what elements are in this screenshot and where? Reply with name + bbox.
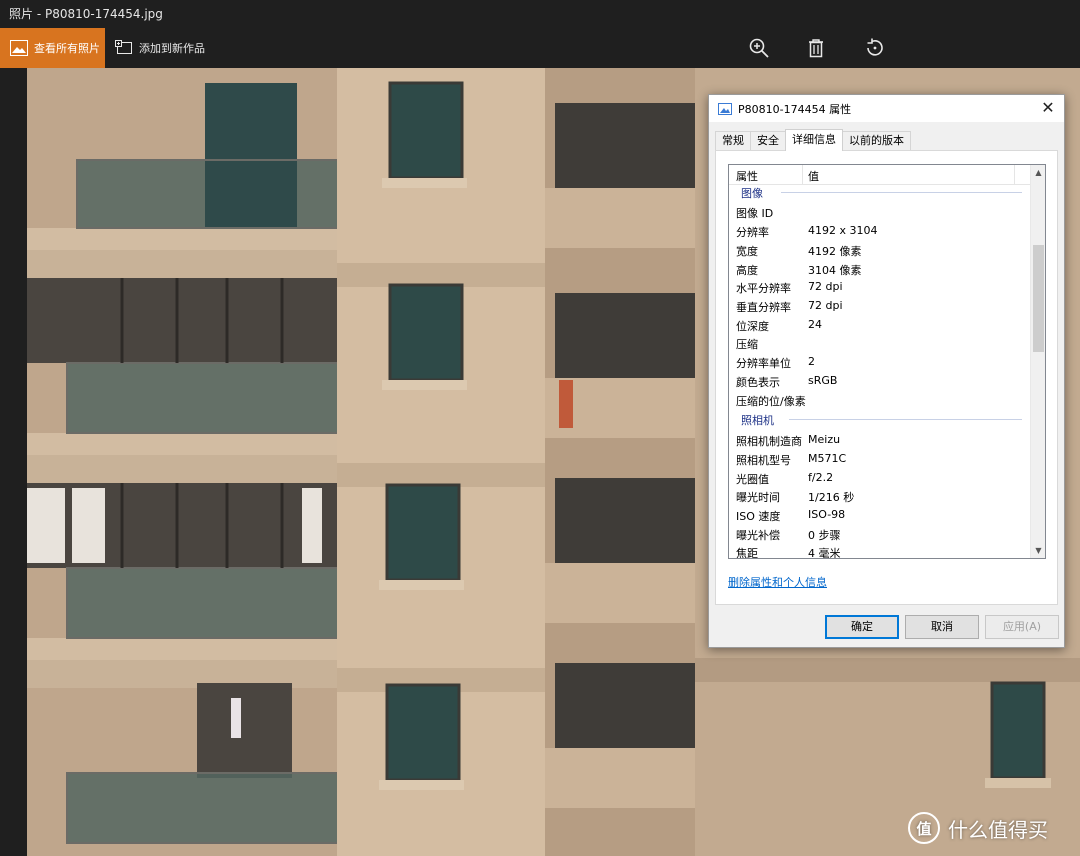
property-value: 0 步骤: [808, 529, 841, 542]
group-image: 图像: [729, 184, 1032, 200]
tab-general[interactable]: 常规: [715, 131, 751, 151]
remove-properties-link[interactable]: 删除属性和个人信息: [728, 574, 827, 590]
list-item[interactable]: 光圈值 f/2.2: [729, 468, 1032, 487]
list-item[interactable]: 压缩的位/像素: [729, 390, 1032, 409]
property-name: 压缩: [736, 338, 758, 351]
list-scrollbar[interactable]: ▲ ▼: [1030, 165, 1045, 558]
see-all-photos-label: 查看所有照片: [34, 42, 100, 55]
property-value: ISO-98: [808, 508, 846, 521]
watermark-text: 什么值得买: [948, 817, 1048, 842]
cancel-button[interactable]: 取消: [905, 615, 979, 639]
property-value: 4 毫米: [808, 547, 841, 559]
viewer-gutter: [0, 68, 27, 856]
delete-icon[interactable]: [805, 37, 827, 59]
ok-button[interactable]: 确定: [825, 615, 899, 639]
add-to-creation-label: 添加到新作品: [139, 42, 205, 55]
property-name: 垂直分辨率: [736, 301, 791, 314]
property-value: sRGB: [808, 374, 838, 387]
properties-dialog: P80810-174454 属性 ✕ 常规 安全 详细信息 以前的版本 属性 值…: [708, 94, 1065, 648]
property-name: 光圈值: [736, 473, 769, 486]
list-item[interactable]: 焦距 4 毫米: [729, 542, 1032, 559]
scroll-down-icon[interactable]: ▼: [1031, 543, 1045, 558]
property-name: 照相机制造商: [736, 435, 802, 448]
window-title: 照片 - P80810-174454.jpg: [0, 0, 1080, 28]
property-value: 24: [808, 318, 822, 331]
property-name: 曝光时间: [736, 491, 780, 504]
list-item[interactable]: 分辨率单位 2: [729, 352, 1032, 371]
dialog-title: P80810-174454 属性: [738, 102, 852, 116]
property-value: Meizu: [808, 433, 841, 446]
apply-button[interactable]: 应用(A): [985, 615, 1059, 639]
property-value: 1/216 秒: [808, 491, 855, 504]
zoom-in-icon[interactable]: [748, 37, 770, 59]
property-value: M571C: [808, 452, 847, 465]
list-item[interactable]: 宽度 4192 像素: [729, 240, 1032, 259]
property-name: 曝光补偿: [736, 529, 780, 542]
list-item[interactable]: 垂直分辨率 72 dpi: [729, 296, 1032, 315]
property-name: 照相机型号: [736, 454, 791, 467]
list-item[interactable]: 位深度 24: [729, 315, 1032, 334]
property-name: 颜色表示: [736, 376, 780, 389]
property-name: 压缩的位/像素: [736, 395, 806, 408]
image-file-icon: [718, 102, 732, 115]
details-panel: 属性 值 图像 图像 ID 分辨率 4192 x 3104 宽度 4192 像素 高…: [715, 150, 1058, 605]
list-item[interactable]: 分辨率 4192 x 3104: [729, 221, 1032, 240]
tab-security[interactable]: 安全: [750, 131, 786, 151]
property-name: 高度: [736, 264, 758, 277]
add-to-creation-icon: [115, 40, 132, 54]
list-item[interactable]: 照相机制造商 Meizu: [729, 430, 1032, 449]
property-name: 水平分辨率: [736, 282, 791, 295]
property-value: 3104 像素: [808, 264, 862, 277]
property-value: 4192 像素: [808, 245, 862, 258]
property-name: 宽度: [736, 245, 758, 258]
tab-details[interactable]: 详细信息: [785, 129, 843, 151]
property-value: f/2.2: [808, 471, 834, 484]
list-item[interactable]: 曝光时间 1/216 秒: [729, 486, 1032, 505]
property-name: 分辨率: [736, 226, 769, 239]
dialog-tabs: 常规 安全 详细信息 以前的版本: [715, 129, 911, 151]
scroll-thumb[interactable]: [1033, 245, 1044, 352]
watermark: 值 什么值得买: [908, 808, 1048, 848]
group-label-camera: 照相机: [741, 414, 774, 427]
add-to-creation-button[interactable]: 添加到新作品: [115, 28, 205, 68]
list-item[interactable]: 曝光补偿 0 步骤: [729, 524, 1032, 543]
properties-list[interactable]: 属性 值 图像 图像 ID 分辨率 4192 x 3104 宽度 4192 像素 高…: [728, 164, 1046, 559]
list-item[interactable]: 压缩: [729, 333, 1032, 352]
column-header-property[interactable]: 属性: [736, 168, 758, 184]
property-name: 分辨率单位: [736, 357, 791, 370]
see-all-photos-button[interactable]: 查看所有照片: [0, 28, 105, 68]
scroll-up-icon[interactable]: ▲: [1031, 165, 1045, 180]
property-value: 72 dpi: [808, 280, 843, 293]
tab-previous-versions[interactable]: 以前的版本: [842, 131, 911, 151]
group-label-image: 图像: [741, 187, 763, 200]
list-item[interactable]: 高度 3104 像素: [729, 259, 1032, 278]
app-toolbar: 查看所有照片 添加到新作品: [0, 28, 1080, 68]
list-header: 属性 值: [729, 165, 1032, 185]
property-name: ISO 速度: [736, 510, 781, 523]
watermark-logo: 值: [908, 812, 940, 844]
property-value: 2: [808, 355, 815, 368]
list-item[interactable]: 图像 ID: [729, 202, 1032, 221]
photo-icon: [10, 40, 28, 56]
list-item[interactable]: 颜色表示 sRGB: [729, 371, 1032, 390]
property-name: 位深度: [736, 320, 769, 333]
dialog-titlebar[interactable]: P80810-174454 属性: [709, 95, 1064, 122]
group-camera: 照相机: [729, 411, 1032, 427]
property-name: 焦距: [736, 547, 758, 559]
list-item[interactable]: 照相机型号 M571C: [729, 449, 1032, 468]
close-icon[interactable]: ✕: [1040, 100, 1056, 116]
property-name: 图像 ID: [736, 207, 774, 220]
column-header-value[interactable]: 值: [808, 168, 819, 184]
list-item[interactable]: ISO 速度 ISO-98: [729, 505, 1032, 524]
property-value: 4192 x 3104: [808, 224, 878, 237]
list-item[interactable]: 水平分辨率 72 dpi: [729, 277, 1032, 296]
rotate-icon[interactable]: [864, 37, 886, 59]
property-value: 72 dpi: [808, 299, 843, 312]
